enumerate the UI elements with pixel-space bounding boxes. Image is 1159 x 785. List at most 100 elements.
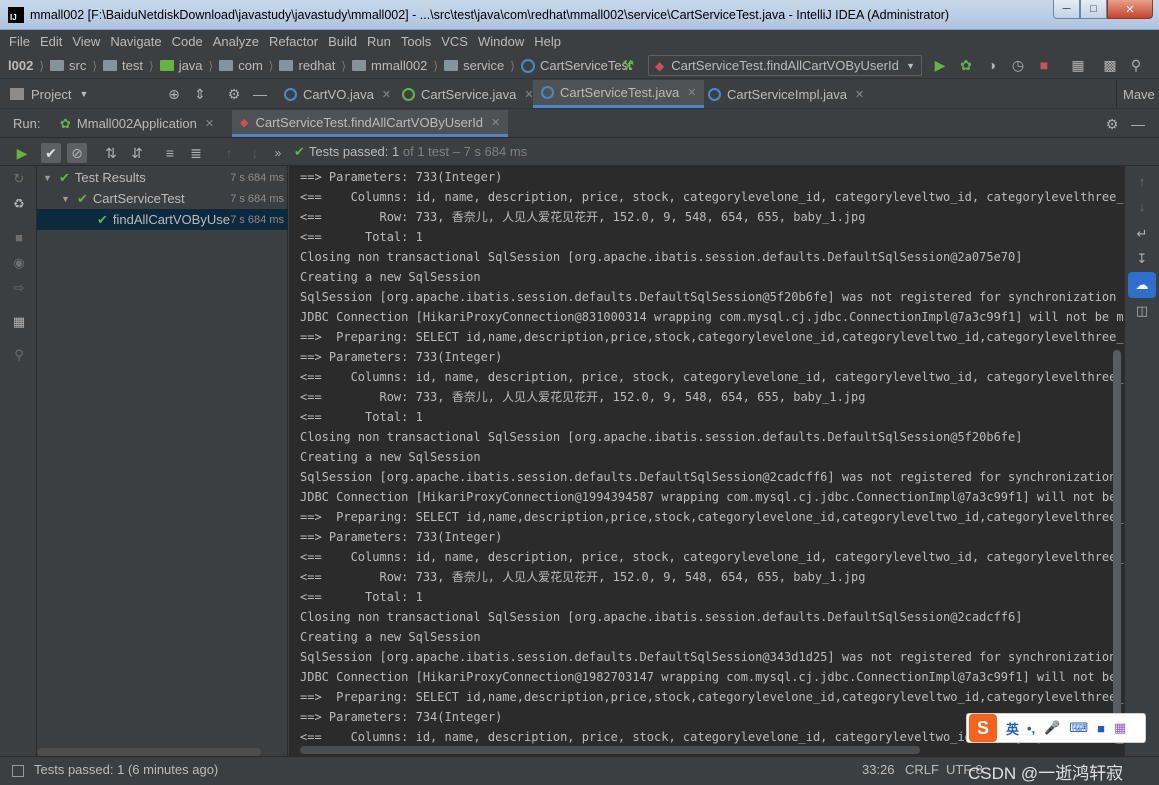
stop-icon[interactable]: ■ (11, 230, 27, 246)
menu-help[interactable]: Help (534, 34, 561, 49)
prev-failed-icon[interactable]: ↑ (219, 143, 239, 163)
tree-node-test-results[interactable]: ▼ ✔ Test Results 7 s 684 ms (37, 167, 288, 188)
more-actions-icon[interactable]: » (268, 143, 288, 163)
build-hammer-icon[interactable]: ⚒ (620, 57, 636, 73)
breadcrumb-redhat[interactable]: redhat (279, 58, 335, 73)
gear-icon[interactable]: ⚙ (1104, 116, 1120, 132)
hide-panel-icon[interactable]: — (1130, 116, 1146, 132)
console-horizontal-scrollbar[interactable] (300, 746, 920, 754)
breadcrumb-com[interactable]: com (219, 58, 263, 73)
ime-language-toggle[interactable]: 英 (1006, 719, 1019, 738)
toggle-auto-test-icon[interactable]: ♻ (11, 196, 27, 212)
debug-icon[interactable]: ✿ (958, 57, 974, 73)
collapse-icon[interactable]: ⇕ (192, 86, 208, 102)
close-button[interactable]: ✕ (1107, 0, 1153, 19)
menu-analyze[interactable]: Analyze (213, 34, 259, 49)
target-icon[interactable]: ⊕ (166, 86, 182, 102)
rerun-icon[interactable]: ▶ (12, 143, 32, 163)
expand-arrow-icon[interactable]: ▼ (43, 173, 55, 183)
console-output[interactable]: ==> Parameters: 733(Integer) <== Columns… (289, 166, 1124, 756)
hide-panel-icon[interactable]: — (252, 86, 268, 102)
expand-all-icon[interactable]: ≡ (160, 143, 180, 163)
breadcrumb-class[interactable]: CartServiceTest (520, 58, 632, 73)
editor-tab-bar: Project ▼ ⊕ ⇕ ⚙ — CartVO.java ✕ CartServ… (0, 80, 1159, 109)
project-structure-icon[interactable]: ▦ (1070, 57, 1086, 73)
close-icon[interactable]: ✕ (491, 116, 500, 129)
tab-cartvo[interactable]: CartVO.java ✕ (276, 80, 399, 108)
tab-cartserviceimpl[interactable]: CartServiceImpl.java ✕ (700, 80, 872, 108)
breadcrumb-java[interactable]: java (159, 58, 203, 73)
minimize-button[interactable]: ─ (1053, 0, 1080, 19)
gear-icon[interactable]: ⚙ (226, 86, 242, 102)
menu-vcs[interactable]: VCS (441, 34, 468, 49)
soft-wrap-icon[interactable]: ↵ (1134, 226, 1150, 242)
console-vertical-scrollbar[interactable] (1113, 350, 1121, 744)
menu-edit[interactable]: Edit (40, 34, 62, 49)
menu-build[interactable]: Build (328, 34, 357, 49)
show-passed-icon[interactable]: ✔ (41, 143, 61, 163)
toolbox-icon[interactable]: ▦ (1114, 720, 1126, 736)
menu-navigate[interactable]: Navigate (110, 34, 161, 49)
tree-node-findallcartvobyuserid[interactable]: ✔ findAllCartVOByUse 7 s 684 ms (37, 209, 288, 230)
menu-view[interactable]: View (72, 34, 100, 49)
status-message[interactable]: Tests passed: 1 (6 minutes ago) (34, 762, 218, 777)
breadcrumb-mmall002[interactable]: mmall002 (352, 58, 427, 73)
skin-icon[interactable]: ■ (1097, 721, 1105, 736)
collapse-all-icon[interactable]: ≣ (186, 143, 206, 163)
tool-window-toggle-icon[interactable] (12, 765, 24, 777)
project-view-button[interactable]: Project ▼ (0, 80, 100, 108)
punctuation-icon[interactable]: •, (1027, 721, 1035, 736)
down-arrow-icon[interactable]: ↓ (1134, 199, 1150, 215)
run-tab-mmall002application[interactable]: ✿ Mmall002Application ✕ (52, 110, 222, 137)
terminal-icon[interactable]: ▩ (1102, 57, 1118, 73)
run-configuration-select[interactable]: ◆ CartServiceTest.findAllCartVOByUserId … (648, 55, 922, 76)
breadcrumb-service[interactable]: service (444, 58, 504, 73)
caret-position[interactable]: 33:26 (862, 762, 895, 777)
line-separator[interactable]: CRLF (905, 762, 939, 777)
close-icon[interactable]: ✕ (382, 88, 391, 101)
close-icon[interactable]: ✕ (687, 86, 696, 99)
import-tests-icon[interactable]: ⇨ (11, 280, 27, 296)
sogou-logo[interactable]: S (969, 714, 997, 742)
search-icon[interactable]: ⚲ (1128, 57, 1144, 73)
sort-duration-icon[interactable]: ⇵ (127, 143, 147, 163)
close-icon[interactable]: ✕ (855, 88, 864, 101)
profile-icon[interactable]: ◷ (1010, 57, 1026, 73)
breadcrumb-test[interactable]: test (103, 58, 143, 73)
trash-icon[interactable]: ◫ (1134, 303, 1150, 319)
menu-run[interactable]: Run (367, 34, 391, 49)
close-icon[interactable]: ✕ (205, 117, 214, 130)
chevron-right-icon: ⟩ (208, 58, 214, 73)
run-icon[interactable]: ▶ (932, 57, 948, 73)
menu-file[interactable]: File (9, 34, 30, 49)
up-arrow-icon[interactable]: ↑ (1134, 174, 1150, 190)
layout-icon[interactable]: ▦ (11, 314, 27, 330)
tree-horizontal-scrollbar[interactable] (37, 748, 261, 756)
tree-node-cartservicetest[interactable]: ▼ ✔ CartServiceTest 7 s 684 ms (37, 188, 288, 209)
menu-tools[interactable]: Tools (401, 34, 431, 49)
status-prefix: Tests passed: (308, 144, 389, 159)
microphone-icon[interactable]: 🎤 (1044, 720, 1060, 736)
maven-panel-button[interactable]: Mave (1116, 80, 1159, 108)
show-ignored-icon[interactable]: ⊘ (67, 143, 87, 163)
sort-alpha-icon[interactable]: ⇅ (101, 143, 121, 163)
expand-arrow-icon[interactable]: ▼ (61, 194, 73, 204)
menu-window[interactable]: Window (478, 34, 524, 49)
coverage-icon[interactable]: ◑ (984, 57, 1000, 73)
keyboard-icon[interactable]: ⌨ (1069, 720, 1088, 736)
pin-icon[interactable]: ⚲ (11, 347, 27, 363)
tab-cartservicetest[interactable]: CartServiceTest.java ✕ (533, 80, 705, 108)
menu-refactor[interactable]: Refactor (269, 34, 318, 49)
scroll-to-end-icon[interactable]: ↧ (1134, 251, 1150, 267)
stop-icon[interactable]: ■ (1036, 57, 1052, 73)
next-failed-icon[interactable]: ↓ (245, 143, 265, 163)
run-tab-cartservicetest[interactable]: ◆ CartServiceTest.findAllCartVOByUserId … (232, 110, 509, 137)
camera-icon[interactable]: ◉ (11, 255, 27, 271)
menu-code[interactable]: Code (172, 34, 203, 49)
breadcrumb-project[interactable]: l002 (8, 58, 33, 73)
breadcrumb-src[interactable]: src (50, 58, 86, 73)
tab-cartservice[interactable]: CartService.java ✕ (394, 80, 542, 108)
maximize-button[interactable]: □ (1080, 0, 1107, 19)
baidu-netdisk-icon[interactable]: ☁ (1128, 272, 1156, 298)
rerun-failed-icon[interactable]: ↻ (11, 171, 27, 187)
